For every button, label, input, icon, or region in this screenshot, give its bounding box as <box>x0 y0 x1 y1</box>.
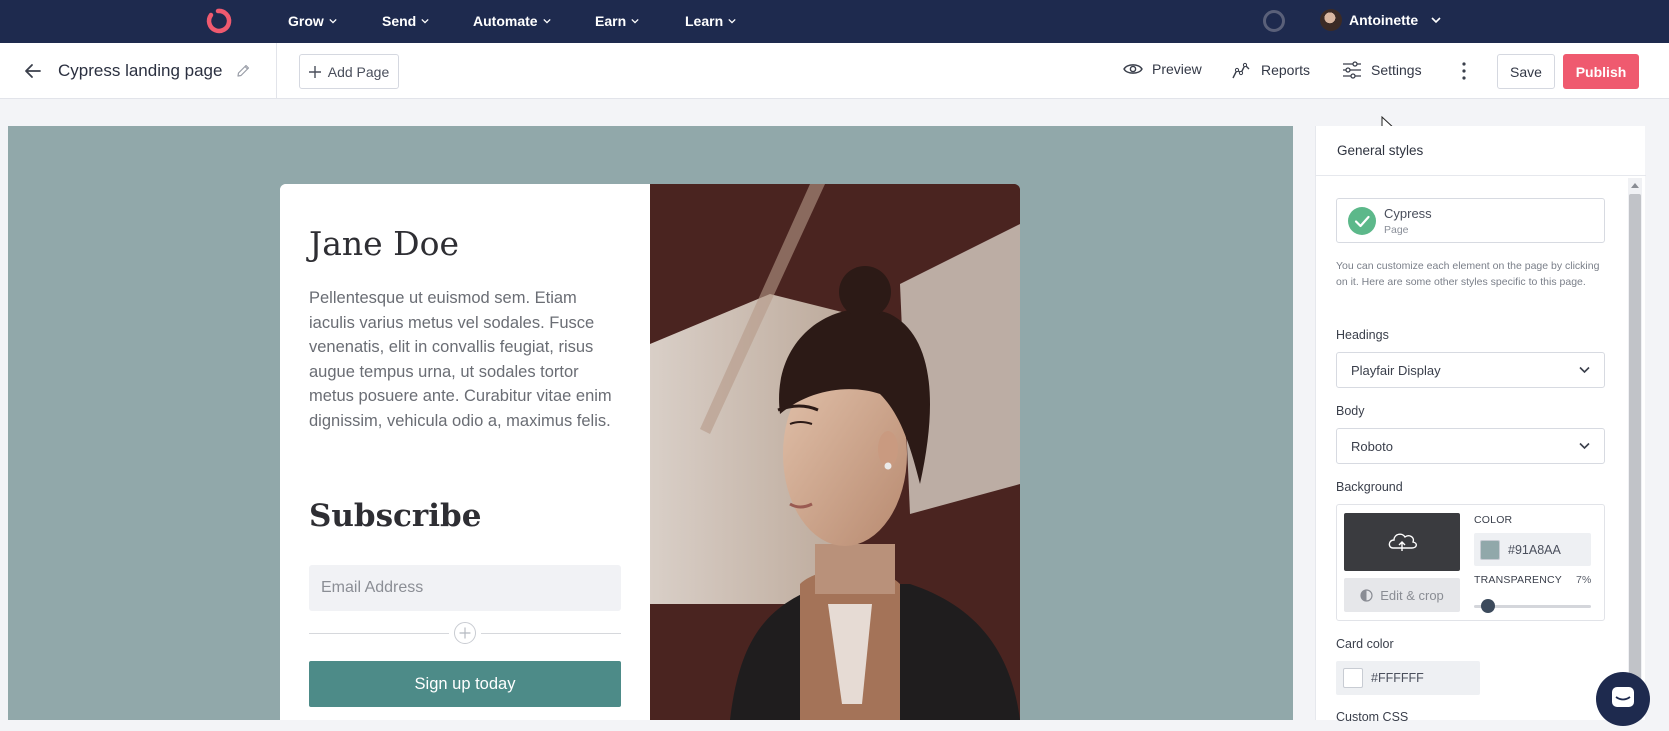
card-color-value: #FFFFFF <box>1371 671 1424 685</box>
settings-label: Settings <box>1371 62 1422 78</box>
add-field-plus-icon[interactable] <box>454 622 476 644</box>
transparency-value: 7% <box>1576 574 1592 586</box>
landing-page-card[interactable]: Jane Doe Pellentesque ut euismod sem. Et… <box>280 184 1020 720</box>
nav-item-label: Grow <box>288 13 324 29</box>
chevron-down-icon <box>1579 366 1590 374</box>
eye-icon <box>1123 64 1143 74</box>
background-color-value: #91A8AA <box>1508 542 1561 557</box>
chevron-down-icon <box>1431 17 1441 24</box>
nav-item-earn[interactable]: Earn <box>595 13 639 29</box>
scroll-up-arrow-icon[interactable] <box>1630 181 1640 189</box>
cloud-upload-icon <box>1388 533 1417 551</box>
nav-item-label: Learn <box>685 13 724 29</box>
save-button[interactable]: Save <box>1497 54 1555 89</box>
plus-icon <box>308 65 321 78</box>
email-field[interactable] <box>309 565 621 611</box>
edit-crop-label: Edit & crop <box>1380 587 1444 603</box>
add-field-divider <box>309 622 621 644</box>
background-color-field[interactable]: #91A8AA <box>1474 533 1591 566</box>
editor-toolbar: Cypress landing page Add Page Preview Re… <box>0 43 1669 99</box>
avatar <box>1320 9 1342 31</box>
card-color-label: Card color <box>1336 637 1394 651</box>
back-arrow-icon[interactable] <box>22 60 44 82</box>
page-title: Cypress landing page <box>58 61 223 80</box>
chevron-down-icon <box>542 18 551 24</box>
card-content: Jane Doe Pellentesque ut euismod sem. Et… <box>280 184 650 720</box>
body-font-select[interactable]: Roboto <box>1336 428 1605 464</box>
card-color-field[interactable]: #FFFFFF <box>1336 661 1480 695</box>
nav-item-automate[interactable]: Automate <box>473 13 551 29</box>
background-image-upload[interactable] <box>1344 513 1460 571</box>
logo-icon[interactable] <box>203 6 233 36</box>
chevron-down-icon <box>329 18 337 24</box>
theme-selector[interactable]: Cypress Page <box>1336 198 1605 243</box>
check-circle-icon <box>1348 207 1376 235</box>
more-options-icon[interactable] <box>1456 60 1472 82</box>
theme-type: Page <box>1384 224 1409 236</box>
divider-line <box>481 633 621 634</box>
support-chat-button[interactable] <box>1596 672 1650 726</box>
custom-css-label: Custom CSS <box>1336 710 1409 724</box>
panel-title: General styles <box>1316 126 1646 176</box>
headings-font-select[interactable]: Playfair Display <box>1336 352 1605 388</box>
add-page-button[interactable]: Add Page <box>299 54 399 89</box>
headings-font-value: Playfair Display <box>1351 362 1441 378</box>
sign-up-button[interactable]: Sign up today <box>309 661 621 707</box>
nav-item-label: Earn <box>595 13 627 29</box>
crop-icon <box>1360 588 1373 602</box>
card-color-swatch[interactable] <box>1343 668 1363 688</box>
transparency-label: TRANSPARENCY <box>1474 574 1562 586</box>
add-page-label: Add Page <box>327 63 390 80</box>
background-color-swatch[interactable] <box>1480 539 1500 560</box>
loading-spinner-icon <box>1263 10 1285 32</box>
nav-item-send[interactable]: Send <box>382 13 429 29</box>
user-name: Antoinette <box>1349 12 1419 28</box>
color-label: COLOR <box>1474 514 1513 526</box>
publish-button[interactable]: Publish <box>1563 54 1639 89</box>
toolbar-divider <box>276 43 277 99</box>
chevron-down-icon <box>421 18 429 24</box>
theme-name: Cypress <box>1384 206 1432 221</box>
body-font-value: Roboto <box>1351 438 1393 454</box>
chevron-down-icon <box>1579 442 1590 450</box>
chart-line-icon <box>1232 62 1250 79</box>
body-label: Body <box>1336 404 1365 418</box>
pencil-icon[interactable] <box>235 63 251 79</box>
reports-button[interactable]: Reports <box>1232 61 1310 79</box>
sliders-icon <box>1343 61 1361 79</box>
edit-crop-button[interactable]: Edit & crop <box>1344 578 1460 612</box>
background-label: Background <box>1336 480 1403 494</box>
portrait-illustration <box>650 184 1020 720</box>
chevron-down-icon <box>631 18 639 24</box>
nav-item-label: Send <box>382 13 417 29</box>
card-body-text[interactable]: Pellentesque ut euismod sem. Etiam iacul… <box>309 286 619 433</box>
top-navigation-bar: Grow Send Automate Earn Learn Antoinette <box>0 0 1669 43</box>
divider-line <box>309 633 449 634</box>
chevron-down-icon <box>728 18 736 24</box>
subscribe-heading[interactable]: Subscribe <box>309 498 481 534</box>
headings-label: Headings <box>1336 328 1389 342</box>
nav-item-label: Automate <box>473 13 538 29</box>
user-menu[interactable]: Antoinette <box>1320 9 1441 31</box>
slider-handle[interactable] <box>1481 599 1496 613</box>
preview-label: Preview <box>1152 61 1202 77</box>
nav-item-learn[interactable]: Learn <box>685 13 736 29</box>
panel-help-text: You can customize each element on the pa… <box>1336 260 1600 288</box>
reports-label: Reports <box>1261 62 1311 78</box>
card-heading[interactable]: Jane Doe <box>309 224 459 263</box>
background-settings: Edit & crop COLOR #91A8AA TRANSPARENCY 7… <box>1336 504 1605 621</box>
nav-item-grow[interactable]: Grow <box>288 13 337 29</box>
panel-scrollbar-thumb[interactable] <box>1629 194 1641 720</box>
preview-button[interactable]: Preview <box>1123 61 1202 77</box>
chat-icon <box>1612 687 1634 707</box>
portrait-photo[interactable] <box>650 184 1020 720</box>
settings-button[interactable]: Settings <box>1342 61 1422 79</box>
transparency-slider[interactable] <box>1474 599 1591 613</box>
